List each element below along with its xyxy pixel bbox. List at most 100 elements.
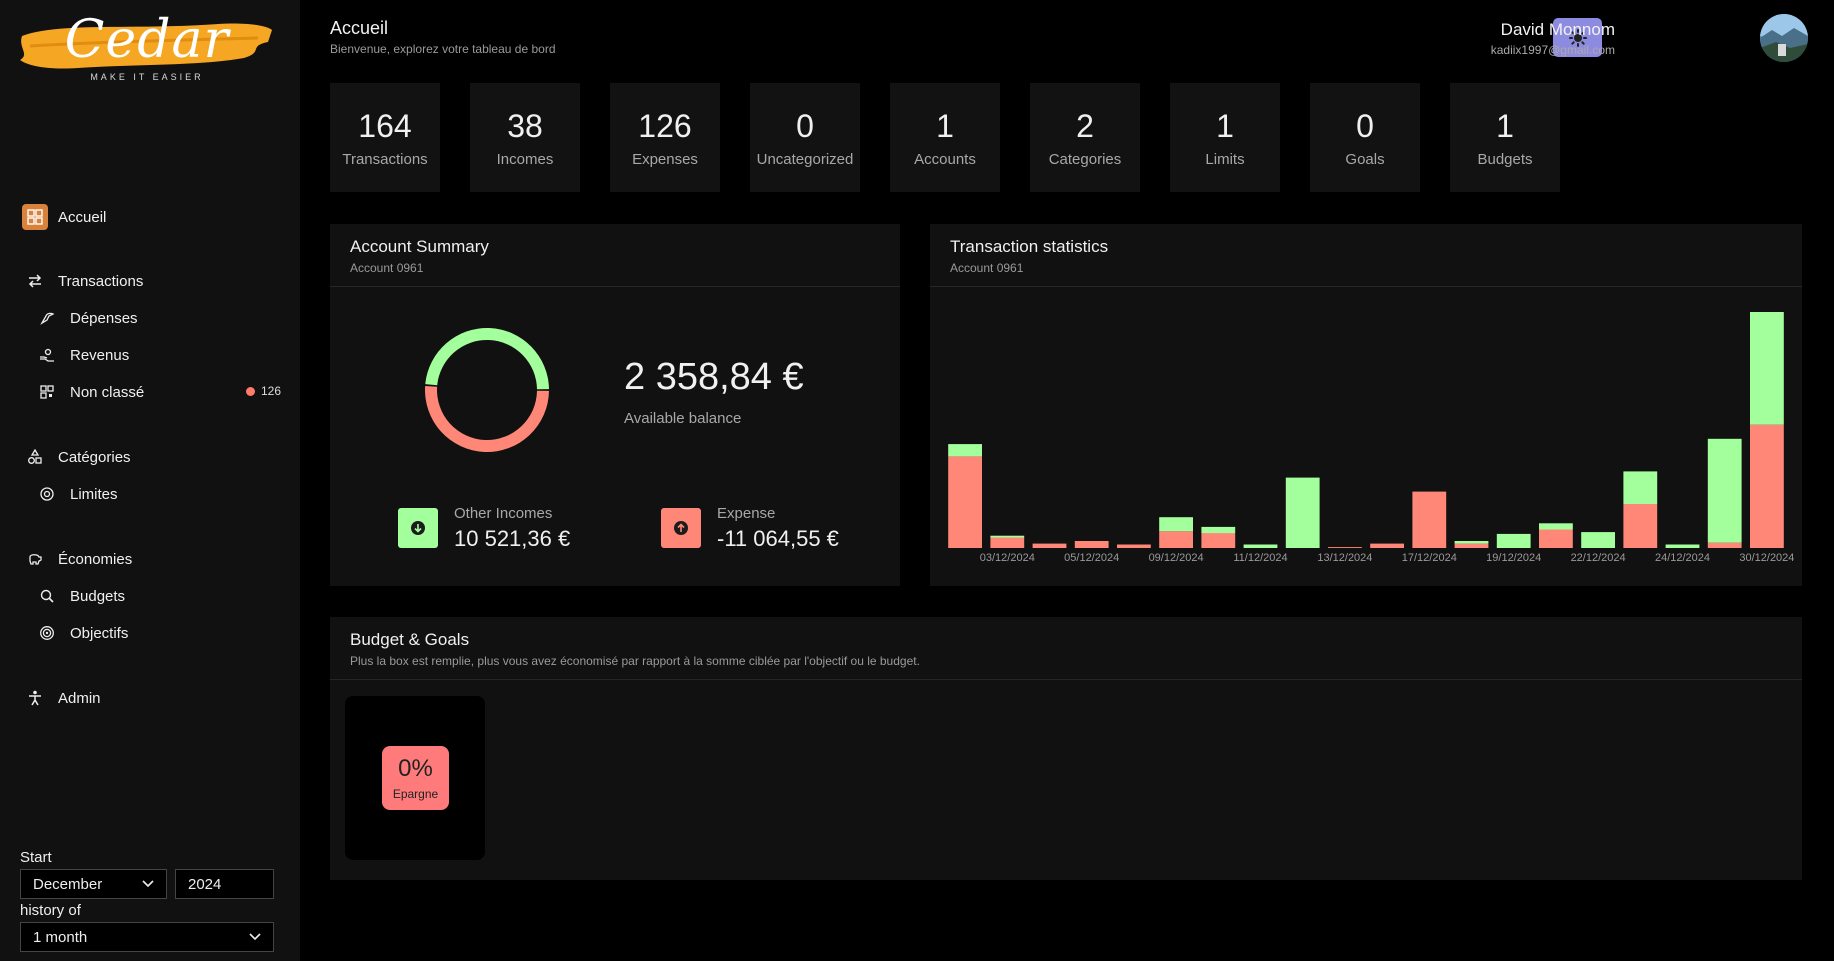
stat-card-incomes[interactable]: 38 Incomes	[470, 83, 580, 192]
stat-card-categories[interactable]: 2 Categories	[1030, 83, 1140, 192]
expense-bar-13/12/2024[interactable]	[1328, 547, 1362, 548]
donut-slice-other-incomes[interactable]	[425, 328, 549, 390]
x-tick-label: 30/12/2024	[1739, 552, 1795, 564]
sidebar-item-label: Accueil	[58, 208, 107, 226]
stat-label: Budgets	[1477, 150, 1533, 168]
panel-subtitle: Account 0961	[950, 261, 1024, 275]
sidebar-item-revenus[interactable]: Revenus	[34, 342, 129, 368]
sidebar-item-categories[interactable]: Catégories	[22, 444, 131, 470]
x-tick-label: 22/12/2024	[1570, 552, 1626, 564]
stat-value: 38	[507, 107, 543, 144]
panel-subtitle: Account 0961	[350, 261, 424, 275]
income-bar-19/12/2024[interactable]	[1496, 533, 1531, 548]
panel-title: Budget & Goals	[350, 630, 470, 649]
sidebar-item-non-classe[interactable]: Non classé	[34, 379, 144, 405]
grid-icon	[22, 204, 48, 230]
sidebar-item-admin[interactable]: Admin	[22, 685, 101, 711]
panel-title: Transaction statistics	[950, 237, 1109, 256]
chevron-down-icon	[249, 933, 261, 941]
stat-card-accounts[interactable]: 1 Accounts	[890, 83, 1000, 192]
expense-label: Expense	[717, 505, 776, 522]
income-bar-09/12/2024[interactable]	[1159, 517, 1193, 532]
avatar[interactable]	[1760, 14, 1808, 62]
income-bar-20/12/2024[interactable]	[1539, 523, 1573, 530]
sidebar-item-limites[interactable]: Limites	[34, 481, 118, 507]
donut-slice-expense[interactable]	[425, 386, 549, 452]
expense-bar-05/12/2024[interactable]	[1074, 541, 1109, 548]
sidebar-item-economies[interactable]: Économies	[22, 546, 132, 572]
sidebar-item-depenses[interactable]: Dépenses	[34, 305, 138, 331]
sidebar-item-label: Catégories	[58, 448, 131, 466]
sidebar-item-budgets[interactable]: Budgets	[34, 583, 125, 609]
person-icon	[22, 685, 48, 711]
goal-card-epargne[interactable]: 0% Epargne	[345, 696, 485, 860]
arrows-swap-icon	[22, 268, 48, 294]
x-tick-label: 19/12/2024	[1486, 552, 1542, 564]
income-bar-18/12/2024[interactable]	[1454, 541, 1489, 544]
sidebar-item-transactions[interactable]: Transactions	[22, 268, 143, 294]
expense-bar-04/12/2024[interactable]	[1032, 543, 1067, 548]
sidebar-item-objectifs[interactable]: Objectifs	[34, 620, 128, 646]
expense-bar-09/12/2024[interactable]	[1159, 531, 1193, 548]
expense-bar-18/12/2024[interactable]	[1454, 543, 1489, 548]
expense-bar-06/12/2024[interactable]	[1117, 544, 1151, 549]
income-bar-03/12/2024[interactable]	[990, 535, 1025, 538]
stat-label: Uncategorized	[756, 150, 854, 168]
expense-bar-10/12/2024[interactable]	[1201, 533, 1236, 548]
expense-bar-16/12/2024[interactable]	[1370, 543, 1404, 548]
expense-bar-27/12/2024[interactable]	[1707, 542, 1742, 548]
expense-bar-03/12/2024[interactable]	[990, 537, 1025, 548]
expense-bar-30/12/2024[interactable]	[1750, 424, 1784, 548]
income-bar-23/12/2024[interactable]	[1623, 471, 1658, 504]
income-bar-24/12/2024[interactable]	[1665, 544, 1700, 549]
stat-value: 1	[936, 107, 954, 144]
stat-card-limits[interactable]: 1 Limits	[1170, 83, 1280, 192]
stat-card-goals[interactable]: 0 Goals	[1310, 83, 1420, 192]
expense-bar-20/12/2024[interactable]	[1539, 529, 1573, 549]
goal-progress-box: 0% Epargne	[382, 746, 449, 810]
income-bar-27/12/2024[interactable]	[1707, 438, 1742, 543]
expense-bar-17/12/2024[interactable]	[1412, 491, 1447, 548]
expense-bar-02/12/2024[interactable]	[948, 456, 982, 548]
expense-bar-23/12/2024[interactable]	[1623, 504, 1658, 548]
sidebar-item-label: Budgets	[70, 587, 126, 605]
income-bar-12/12/2024[interactable]	[1285, 477, 1320, 548]
history-select[interactable]: 1 month	[20, 922, 274, 952]
start-label: Start	[20, 849, 52, 866]
sidebar-item-label: Économies	[58, 550, 133, 568]
qr-icon	[34, 379, 60, 405]
page-subtitle: Bienvenue, explorez votre tableau de bor…	[330, 42, 556, 56]
month-select[interactable]: December	[20, 869, 167, 899]
balance-donut-chart[interactable]	[412, 315, 562, 465]
year-input[interactable]: 2024	[175, 869, 274, 899]
income-indicator	[398, 508, 438, 548]
bird-icon	[34, 305, 60, 331]
sidebar-item-label: Transactions	[58, 272, 144, 290]
sidebar-item-accueil[interactable]: Accueil	[22, 204, 106, 230]
available-balance-value: 2 358,84 €	[624, 356, 804, 398]
income-bar-22/12/2024[interactable]	[1581, 532, 1615, 548]
income-bar-10/12/2024[interactable]	[1201, 526, 1236, 534]
stat-card-uncategorized[interactable]: 0 Uncategorized	[750, 83, 860, 192]
brand-logo[interactable]: Cedar MAKE IT EASIER	[18, 8, 276, 84]
x-tick-label: 05/12/2024	[1064, 552, 1120, 564]
user-email: kadiix1997@gmail.com	[1490, 43, 1615, 57]
transaction-bar-chart[interactable]	[930, 286, 1802, 586]
stat-card-transactions[interactable]: 164 Transactions	[330, 83, 440, 192]
circle-target-icon	[34, 481, 60, 507]
goal-name: Epargne	[392, 787, 439, 801]
arrow-up-circle-icon	[674, 521, 688, 535]
history-select-value: 1 month	[33, 928, 88, 946]
stat-label: Incomes	[496, 150, 554, 168]
income-bar-02/12/2024[interactable]	[948, 444, 982, 457]
income-bar-11/12/2024[interactable]	[1243, 544, 1278, 549]
x-tick-label: 03/12/2024	[979, 552, 1035, 564]
brand-name: Cedar	[64, 10, 230, 70]
panel-header: Budget & Goals Plus la box est remplie, …	[330, 617, 1802, 680]
stat-card-expenses[interactable]: 126 Expenses	[610, 83, 720, 192]
search-coin-icon	[34, 583, 60, 609]
brand-tagline: MAKE IT EASIER	[90, 72, 204, 82]
stat-card-budgets[interactable]: 1 Budgets	[1450, 83, 1560, 192]
transaction-statistics-panel: Transaction statistics Account 0961 03/1…	[930, 224, 1802, 586]
income-bar-30/12/2024[interactable]	[1750, 312, 1784, 425]
